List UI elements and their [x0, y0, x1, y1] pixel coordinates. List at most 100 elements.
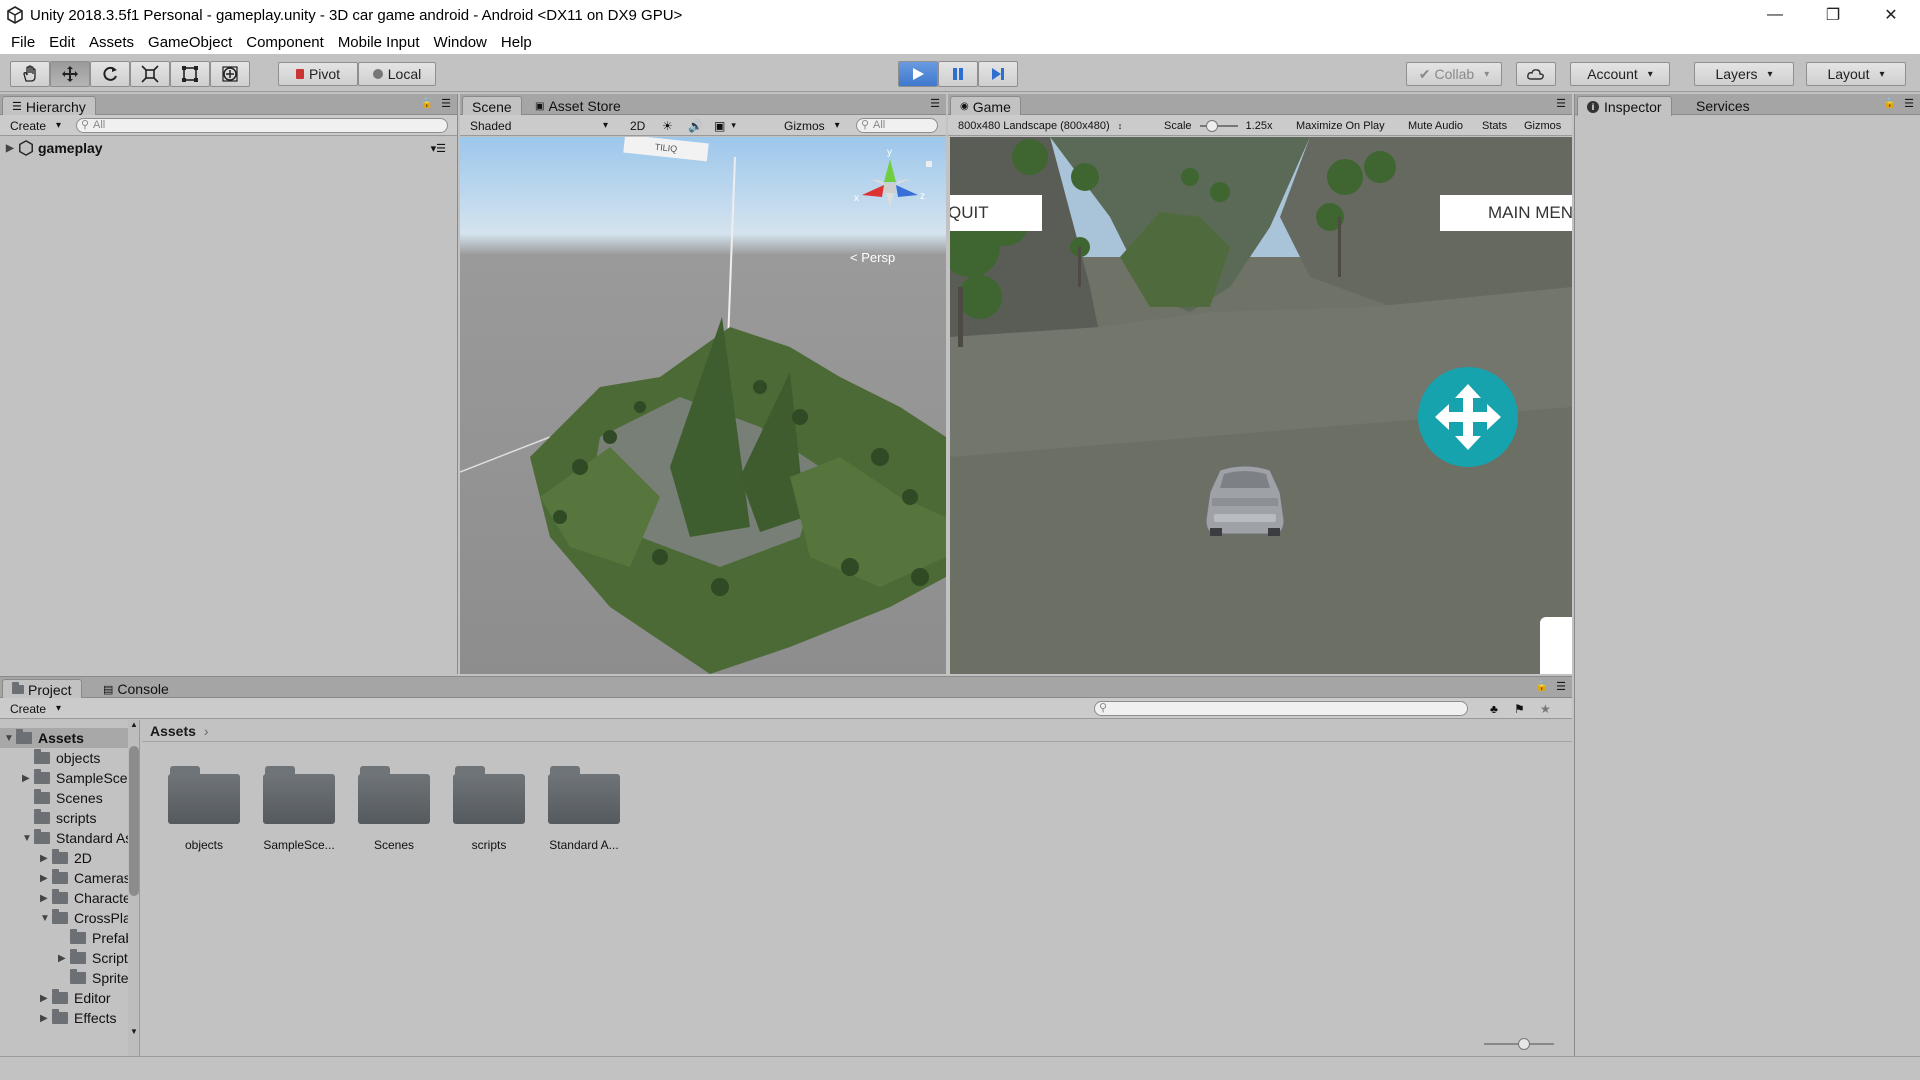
expand-arrow-icon[interactable]: ▶ — [58, 953, 70, 964]
tab-game[interactable]: ◉ Game — [950, 96, 1021, 116]
close-button[interactable]: ✕ — [1862, 0, 1920, 30]
projection-label[interactable]: < Persp — [850, 250, 895, 265]
partial-ui-button[interactable] — [1540, 617, 1572, 674]
tree-item-effects[interactable]: ▶ Effects — [40, 1008, 117, 1028]
asset-folder-0[interactable] — [168, 766, 240, 824]
lock-icon[interactable]: 🔒 — [1884, 98, 1896, 109]
restore-button[interactable]: ❐ — [1804, 0, 1862, 30]
game-gizmos-dropdown[interactable]: Gizmos — [1518, 117, 1567, 134]
scale-slider[interactable]: Scale 1.25x — [1158, 117, 1278, 134]
tree-item-cameras[interactable]: ▶ Cameras — [40, 868, 131, 888]
rotate-tool-button[interactable] — [90, 61, 130, 87]
main-menu-button[interactable]: MAIN MENU — [1440, 195, 1572, 231]
asset-folder-1[interactable] — [263, 766, 335, 824]
asset-folder-label[interactable]: SampleSce... — [251, 838, 347, 852]
lock-icon[interactable]: 🔒 — [421, 98, 433, 109]
favorite-button[interactable]: ★ — [1534, 700, 1557, 717]
tab-console[interactable]: ▤ Console — [94, 679, 178, 699]
rect-tool-button[interactable] — [170, 61, 210, 87]
menu-component[interactable]: Component — [239, 34, 331, 51]
panel-menu-icon[interactable]: ☰ — [1556, 680, 1566, 693]
mute-audio-toggle[interactable]: Mute Audio — [1402, 117, 1469, 134]
scene-search-input[interactable]: ⚲ All — [856, 118, 938, 133]
layout-dropdown[interactable]: Layout — [1806, 62, 1906, 86]
project-search-input[interactable]: ⚲ — [1094, 701, 1468, 716]
menu-window[interactable]: Window — [427, 34, 494, 51]
menu-help[interactable]: Help — [494, 34, 539, 51]
expand-arrow-icon[interactable]: ▶ — [22, 773, 34, 784]
collab-dropdown[interactable]: ✔ Collab — [1406, 62, 1502, 86]
scale-slider-thumb[interactable] — [1205, 119, 1218, 132]
minimize-button[interactable]: — — [1746, 0, 1804, 30]
game-viewport[interactable]: QUIT MAIN MENU — [950, 137, 1572, 674]
lighting-toggle[interactable]: ☀ — [656, 117, 679, 134]
tree-item-samplescenes[interactable]: ▶SampleScenes — [22, 768, 139, 788]
icon-size-thumb[interactable] — [1518, 1038, 1530, 1050]
scene-root-row[interactable]: ▶ gameplay ▾☰ — [6, 138, 446, 158]
2d-toggle[interactable]: 2D — [624, 117, 651, 134]
tab-services[interactable]: Services — [1687, 96, 1759, 116]
menu-gameobject[interactable]: GameObject — [141, 34, 239, 51]
panel-menu-icon[interactable]: ☰ — [441, 97, 451, 110]
menu-edit[interactable]: Edit — [42, 34, 82, 51]
tree-item-editor[interactable]: ▶ Editor — [40, 988, 111, 1008]
scale-tool-button[interactable] — [130, 61, 170, 87]
account-dropdown[interactable]: Account — [1570, 62, 1670, 86]
scroll-up-arrow[interactable]: ▲ — [128, 720, 139, 732]
asset-folder-2[interactable] — [358, 766, 430, 824]
tab-scene[interactable]: Scene — [462, 96, 522, 116]
tree-item-scenes[interactable]: Scenes — [22, 788, 103, 808]
panel-menu-icon[interactable]: ☰ — [930, 97, 940, 110]
tree-item-crossplatforminput[interactable]: ▼CrossPlatformInput — [40, 908, 139, 928]
move-joystick[interactable] — [1418, 367, 1518, 467]
panel-menu-icon[interactable]: ☰ — [1904, 97, 1914, 110]
cloud-button[interactable] — [1516, 62, 1556, 86]
scene-options-icon[interactable]: ▾☰ — [431, 142, 446, 155]
scale-slider-track[interactable] — [1199, 119, 1238, 132]
audio-toggle[interactable]: 🔊 — [682, 117, 709, 134]
menu-assets[interactable]: Assets — [82, 34, 141, 51]
hierarchy-search-input[interactable]: ⚲ All — [76, 118, 448, 133]
lock-icon[interactable]: 🔒 — [1536, 681, 1548, 692]
quit-button[interactable]: QUIT — [950, 195, 1042, 231]
tree-item-standard-assets[interactable]: ▼Standard Assets — [22, 828, 139, 848]
move-tool-button[interactable] — [50, 61, 90, 87]
project-create-dropdown[interactable]: Create — [4, 700, 67, 717]
pause-button[interactable] — [938, 61, 978, 87]
tab-inspector[interactable]: i Inspector — [1577, 96, 1672, 116]
orientation-gizmo[interactable]: y x z — [840, 147, 940, 227]
play-button[interactable] — [898, 61, 938, 87]
expand-arrow-icon[interactable]: ▶ — [40, 853, 52, 864]
stats-toggle[interactable]: Stats — [1476, 117, 1513, 134]
tree-item-sprites[interactable]: Sprites — [58, 968, 136, 988]
collapse-arrow-icon[interactable]: ▼ — [22, 833, 34, 844]
tree-item-characters[interactable]: ▶ Characters — [40, 888, 139, 908]
expand-arrow-icon[interactable]: ▶ — [40, 873, 52, 884]
collapse-arrow-icon[interactable]: ▼ — [40, 913, 52, 924]
collapse-arrow-icon[interactable]: ▼ — [4, 733, 16, 744]
asset-folder-label[interactable]: Scenes — [346, 838, 442, 852]
pivot-toggle[interactable]: Pivot — [278, 62, 358, 86]
tab-asset-store[interactable]: ▣ Asset Store — [526, 96, 630, 116]
tree-item-2d[interactable]: ▶ 2D — [40, 848, 92, 868]
tab-hierarchy[interactable]: ☰ Hierarchy — [2, 96, 96, 116]
shading-dropdown[interactable]: Shaded — [464, 117, 614, 134]
panel-menu-icon[interactable]: ☰ — [1556, 97, 1566, 110]
tree-item-scripts[interactable]: ▶ Scripts — [58, 948, 135, 968]
filter-label-button[interactable]: ⚑ — [1508, 700, 1531, 717]
transform-tool-button[interactable] — [210, 61, 250, 87]
scroll-down-arrow[interactable]: ▼ — [128, 1027, 139, 1039]
breadcrumb-assets[interactable]: Assets — [150, 723, 196, 739]
tree-item-assets[interactable]: ▼ Assets — [0, 728, 128, 748]
tab-project[interactable]: Project — [2, 679, 82, 699]
expand-arrow-icon[interactable]: ▶ — [40, 1013, 52, 1024]
tree-item-scripts[interactable]: scripts — [22, 808, 96, 828]
menu-mobile-input[interactable]: Mobile Input — [331, 34, 427, 51]
icon-size-slider[interactable] — [1484, 1038, 1554, 1050]
asset-folder-4[interactable] — [548, 766, 620, 824]
asset-folder-3[interactable] — [453, 766, 525, 824]
tree-item-objects[interactable]: objects — [22, 748, 100, 768]
maximize-on-play-toggle[interactable]: Maximize On Play — [1290, 117, 1391, 134]
expand-arrow-icon[interactable]: ▶ — [6, 143, 18, 154]
effects-toggle[interactable]: ▣ ▾ — [708, 117, 742, 134]
